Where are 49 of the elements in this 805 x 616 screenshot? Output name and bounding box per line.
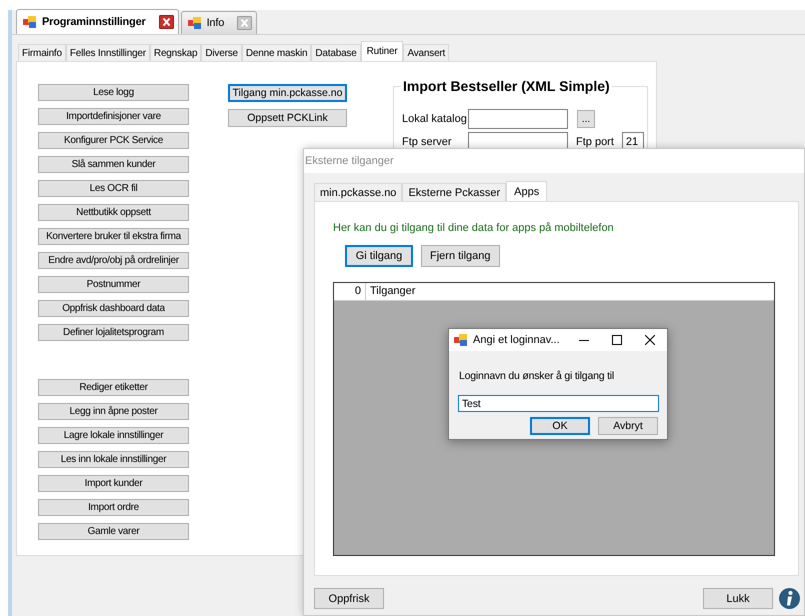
settings-tab[interactable]: Diverse xyxy=(201,44,242,61)
row-header: 0 xyxy=(334,283,366,300)
prompt-text: Loginnavn du ønsker å gi tilgang til xyxy=(459,370,616,382)
login-name-field[interactable]: Test xyxy=(458,395,659,412)
settings-tab[interactable]: Felles Innstillinger xyxy=(66,44,150,61)
routine-button[interactable]: Nettbutikk oppsett xyxy=(38,204,189,221)
routine-button[interactable]: Postnummer xyxy=(38,276,189,293)
settings-tab[interactable]: Regnskap xyxy=(150,44,202,61)
field-label: Lokal katalog xyxy=(402,113,468,125)
settings-tab[interactable]: Firmainfo xyxy=(18,44,66,61)
dialog-title: Eksterne tilganger xyxy=(305,155,394,167)
document-tab[interactable]: Programinnstillinger xyxy=(16,9,179,34)
routine-button[interactable]: Legg inn åpne poster xyxy=(38,403,189,420)
routine-button[interactable]: Les inn lokale innstillinger xyxy=(38,451,189,468)
settings-tab[interactable]: Rutiner xyxy=(360,41,404,61)
routine-button[interactable]: Les OCR fil xyxy=(38,180,189,197)
routine-button[interactable]: Gamle varer xyxy=(38,523,189,540)
info-text: Her kan du gi tilgang til dine data for apps på mobiltelefon xyxy=(333,222,615,234)
dialog-title: Angi et loginnav... xyxy=(473,334,560,346)
group-title: Import Bestseller (XML Simple) xyxy=(401,78,612,94)
routine-button[interactable]: Lese logg xyxy=(38,84,189,101)
routine-button[interactable]: Endre avd/pro/obj på ordrelinjer xyxy=(38,252,189,269)
settings-tab[interactable]: Database xyxy=(311,44,361,61)
settings-button[interactable]: Tilgang min.pckasse.no xyxy=(228,84,347,102)
refresh-button[interactable]: Oppfrisk xyxy=(314,588,384,609)
column-header: Tilganger xyxy=(369,284,416,299)
routine-button[interactable]: Konfigurer PCK Service xyxy=(38,132,189,149)
browse-button[interactable]: ... xyxy=(577,110,595,128)
routine-button[interactable]: Rediger etiketter xyxy=(38,379,189,396)
field-label: Ftp server xyxy=(402,136,453,148)
dialog-button[interactable]: Avbryt xyxy=(598,417,658,435)
routine-button[interactable]: Slå sammen kunder xyxy=(38,156,189,173)
field-label: Ftp port xyxy=(576,136,614,148)
settings-button[interactable]: Oppsett PCKLink xyxy=(228,109,347,127)
document-tab[interactable]: Info xyxy=(180,11,258,34)
dialog-button[interactable]: OK xyxy=(530,417,590,435)
routine-button[interactable]: Konvertere bruker til ekstra firma xyxy=(38,228,189,245)
routine-button[interactable]: Oppfrisk dashboard data xyxy=(38,300,189,317)
access-button[interactable]: Gi tilgang xyxy=(345,245,413,267)
routine-button[interactable]: Importdefinisjoner vare xyxy=(38,108,189,125)
routine-button[interactable]: Definer lojalitetsprogram xyxy=(38,324,189,341)
routine-button[interactable]: Import kunder xyxy=(38,475,189,492)
dialog-tab[interactable]: Apps xyxy=(506,181,548,201)
close-button[interactable]: Lukk xyxy=(703,588,773,609)
access-button[interactable]: Fjern tilgang xyxy=(421,245,500,267)
routine-button[interactable]: Lagre lokale innstillinger xyxy=(38,427,189,444)
settings-tab[interactable]: Denne maskin xyxy=(242,44,312,61)
settings-tab[interactable]: Avansert xyxy=(403,44,450,61)
routine-button[interactable]: Import ordre xyxy=(38,499,189,516)
